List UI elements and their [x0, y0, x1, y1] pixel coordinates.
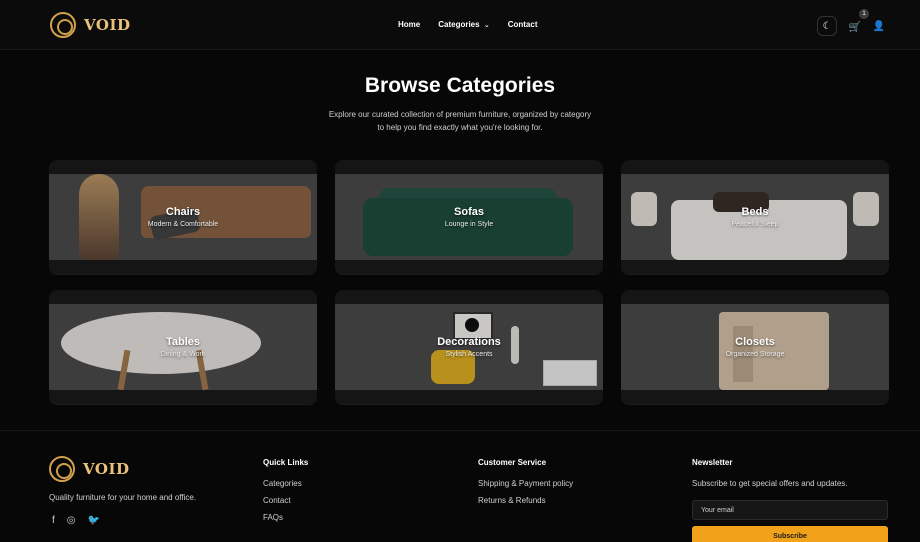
- header-actions: ☾ 🛒 1 👤: [817, 9, 885, 36]
- category-title: Sofas: [454, 206, 484, 218]
- chevron-down-icon: ⌄: [483, 22, 490, 29]
- footer-divider: [0, 430, 920, 431]
- nav-contact[interactable]: Contact: [508, 20, 538, 29]
- main-nav: Home Categories ⌄ Contact: [398, 20, 537, 29]
- page-subtitle: Explore our curated collection of premiu…: [0, 108, 920, 134]
- logo-text: VOID: [84, 16, 131, 34]
- newsletter-text: Subscribe to get special offers and upda…: [692, 479, 848, 488]
- social-links: f ◎ 🐦: [52, 515, 100, 526]
- category-title: Beds: [741, 206, 769, 218]
- quick-links-section: Quick Links Categories Contact FAQs: [263, 458, 308, 530]
- cart-button[interactable]: 🛒 1: [848, 9, 869, 35]
- category-title: Closets: [735, 336, 775, 348]
- category-card-beds[interactable]: Beds Peaceful Sleep: [621, 160, 889, 274]
- nav-categories-label: Categories: [438, 20, 480, 29]
- customer-service-section: Customer Service Shipping & Payment poli…: [478, 458, 573, 513]
- cart-count-badge: 1: [859, 9, 869, 19]
- footer-link-returns[interactable]: Returns & Refunds: [478, 496, 573, 505]
- cart-icon: 🛒: [848, 22, 862, 33]
- customer-service-title: Customer Service: [478, 458, 547, 467]
- category-subtitle: Modern & Comfortable: [147, 221, 219, 228]
- site-header: VOID Home Categories ⌄ Contact ☾ 🛒 1 👤: [0, 0, 920, 50]
- newsletter-section: Newsletter Subscribe to get special offe…: [692, 458, 888, 542]
- facebook-icon[interactable]: f: [52, 515, 55, 526]
- page-subtitle-line-1: Explore our curated collection of premiu…: [328, 110, 592, 119]
- user-icon[interactable]: 👤: [873, 20, 885, 32]
- category-title: Tables: [165, 336, 201, 348]
- category-card-chairs[interactable]: Chairs Modern & Comfortable: [49, 160, 317, 274]
- category-card-tables[interactable]: Tables Dining & Work: [49, 290, 317, 404]
- subscribe-button[interactable]: Subscribe: [692, 526, 888, 542]
- quick-links-title: Quick Links: [263, 458, 309, 467]
- footer-logo[interactable]: VOID: [49, 456, 129, 482]
- logo-icon: [50, 12, 76, 38]
- twitter-icon[interactable]: 🐦: [88, 515, 100, 526]
- category-subtitle: Lounge in Style: [444, 221, 494, 228]
- instagram-icon[interactable]: ◎: [67, 515, 76, 526]
- nav-home[interactable]: Home: [398, 20, 420, 29]
- footer-link-contact[interactable]: Contact: [263, 496, 308, 505]
- footer-link-categories[interactable]: Categories: [263, 479, 308, 488]
- category-subtitle: Stylish Accents: [445, 351, 493, 358]
- site-logo[interactable]: VOID: [50, 12, 130, 38]
- moon-icon: ☾: [822, 20, 832, 32]
- page-subtitle-line-2: to help you find exactly what you're loo…: [377, 123, 543, 132]
- footer-logo-text: VOID: [83, 460, 130, 478]
- footer-link-faqs[interactable]: FAQs: [263, 513, 308, 522]
- page-title: Browse Categories: [364, 74, 556, 97]
- category-subtitle: Dining & Work: [160, 351, 206, 358]
- theme-toggle-button[interactable]: ☾: [817, 16, 837, 36]
- category-title: Decorations: [437, 336, 501, 348]
- category-subtitle: Organized Storage: [725, 351, 785, 358]
- category-grid: Chairs Modern & Comfortable Sofas Lounge…: [49, 160, 889, 408]
- footer-link-shipping[interactable]: Shipping & Payment policy: [478, 479, 573, 488]
- category-title: Chairs: [165, 206, 201, 218]
- nav-categories[interactable]: Categories ⌄: [438, 20, 489, 29]
- newsletter-title: Newsletter: [692, 458, 733, 467]
- category-card-closets[interactable]: Closets Organized Storage: [621, 290, 889, 404]
- logo-icon: [49, 456, 75, 482]
- category-subtitle: Peaceful Sleep: [731, 221, 779, 228]
- category-card-sofas[interactable]: Sofas Lounge in Style: [335, 160, 603, 274]
- email-field[interactable]: Your email: [692, 500, 888, 520]
- footer-description: Quality furniture for your home and offi…: [49, 493, 197, 502]
- category-card-decorations[interactable]: Decorations Stylish Accents: [335, 290, 603, 404]
